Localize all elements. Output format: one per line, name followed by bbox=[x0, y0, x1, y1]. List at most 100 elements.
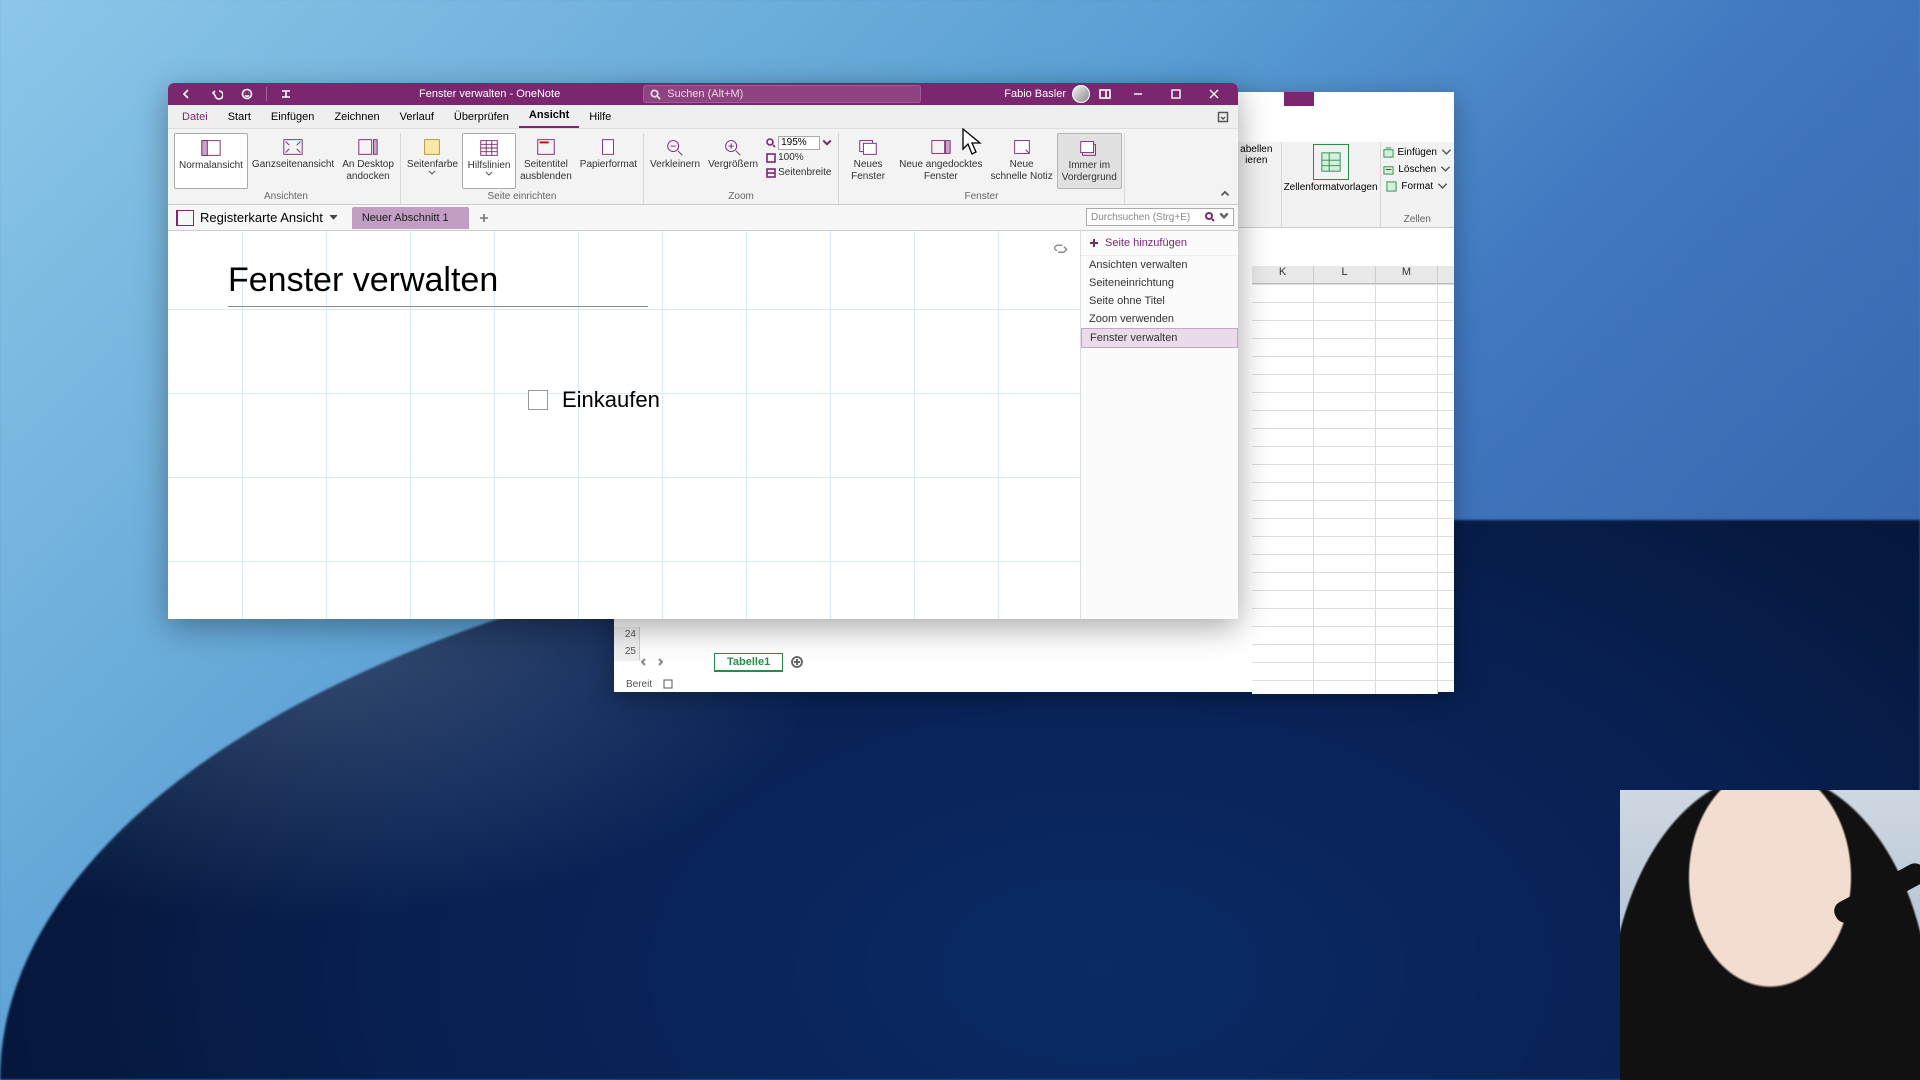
search-box[interactable]: Suchen (Alt+M) bbox=[643, 85, 921, 103]
search-scope-dropdown-icon[interactable] bbox=[1219, 211, 1229, 224]
hide-title-button[interactable]: Seitentitel ausblenden bbox=[516, 133, 576, 189]
group-label-zoom: Zoom bbox=[646, 189, 836, 204]
rule-lines-button[interactable]: Hilfslinien bbox=[462, 133, 516, 189]
quick-note-button[interactable]: Neue schnelle Notiz bbox=[987, 133, 1057, 189]
page-search-box[interactable]: Durchsuchen (Strg+E) bbox=[1086, 208, 1234, 226]
excel-col-L[interactable]: L bbox=[1314, 266, 1376, 283]
zoom-out-icon bbox=[661, 135, 689, 159]
page-search-placeholder: Durchsuchen (Strg+E) bbox=[1091, 212, 1190, 223]
normal-view-button[interactable]: Normalansicht bbox=[174, 133, 248, 189]
menu-insert[interactable]: Einfügen bbox=[261, 107, 324, 128]
excel-ribbon: abellen ieren Zellenformatvorlagen Einfü… bbox=[1232, 142, 1454, 228]
back-icon[interactable] bbox=[174, 84, 200, 104]
menubar: Datei Start Einfügen Zeichnen Verlauf Üb… bbox=[168, 105, 1238, 129]
paper-size-button[interactable]: Papierformat bbox=[576, 133, 641, 189]
sheet-tab[interactable]: Tabelle1 bbox=[714, 653, 783, 672]
page-list: Seite hinzufügen Ansichten verwalten Sei… bbox=[1080, 231, 1238, 619]
zoom-pagewidth-button[interactable]: Seitenbreite bbox=[766, 165, 832, 180]
add-page-button[interactable]: Seite hinzufügen bbox=[1081, 231, 1238, 256]
zoom-100-button[interactable]: 100% bbox=[766, 150, 832, 165]
excel-cells-group-label: Zellen bbox=[1404, 214, 1431, 225]
rule-lines-icon bbox=[475, 136, 503, 160]
page-list-item[interactable]: Seite ohne Titel bbox=[1081, 292, 1238, 310]
chevron-down-icon[interactable] bbox=[822, 138, 832, 148]
page-color-icon bbox=[418, 135, 446, 159]
excel-col-M[interactable]: M bbox=[1376, 266, 1438, 283]
menu-file[interactable]: Datei bbox=[172, 107, 218, 128]
page-canvas[interactable]: Fenster verwalten Einkaufen bbox=[168, 231, 1080, 619]
excel-styles-button[interactable] bbox=[1313, 144, 1349, 180]
page-title[interactable]: Fenster verwalten bbox=[228, 261, 648, 307]
window-title: Fenster verwalten - OneNote bbox=[419, 88, 560, 100]
search-icon bbox=[1205, 212, 1215, 222]
excel-cells[interactable] bbox=[1252, 284, 1454, 694]
search-icon bbox=[650, 89, 661, 100]
new-window-icon bbox=[854, 135, 882, 159]
fullpage-view-button[interactable]: Ganzseitenansicht bbox=[248, 133, 338, 189]
emoji-icon[interactable] bbox=[234, 84, 260, 104]
docked-window-icon bbox=[927, 135, 955, 159]
user-name: Fabio Basler bbox=[1004, 88, 1066, 100]
collapse-ribbon-icon[interactable] bbox=[1218, 186, 1232, 200]
new-window-button[interactable]: Neues Fenster bbox=[841, 133, 895, 189]
ribbon-display-options-icon[interactable] bbox=[1214, 108, 1232, 126]
onenote-window: Fenster verwalten - OneNote Suchen (Alt+… bbox=[168, 83, 1238, 619]
todo-text[interactable]: Einkaufen bbox=[562, 387, 660, 413]
excel-col-K[interactable]: K bbox=[1252, 266, 1314, 283]
page-list-item[interactable]: Zoom verwenden bbox=[1081, 310, 1238, 328]
always-on-top-icon bbox=[1075, 136, 1103, 160]
zoom-out-button[interactable]: Verkleinern bbox=[646, 133, 704, 189]
excel-insert-button[interactable]: Einfügen bbox=[1383, 144, 1452, 161]
page-list-item[interactable]: Seiteneinrichtung bbox=[1081, 274, 1238, 292]
excel-delete-button[interactable]: Löschen bbox=[1383, 161, 1451, 178]
hide-title-icon bbox=[532, 135, 560, 159]
group-label-pagesetup: Seite einrichten bbox=[403, 189, 641, 204]
minimize-button[interactable] bbox=[1120, 84, 1156, 104]
todo-item[interactable]: Einkaufen bbox=[528, 387, 660, 413]
sheet-add-button[interactable] bbox=[787, 652, 807, 672]
search-placeholder: Suchen (Alt+M) bbox=[667, 88, 743, 100]
menu-help[interactable]: Hilfe bbox=[579, 107, 621, 128]
excel-tables-label-frag: abellen bbox=[1240, 144, 1272, 155]
undo-icon[interactable] bbox=[204, 84, 230, 104]
excel-styles-label: Zellenformatvorlagen bbox=[1284, 182, 1378, 193]
page-list-item-selected[interactable]: Fenster verwalten bbox=[1081, 328, 1238, 348]
maximize-button[interactable] bbox=[1158, 84, 1194, 104]
sheet-next-icon[interactable] bbox=[654, 656, 666, 668]
page-color-button[interactable]: Seitenfarbe bbox=[403, 133, 462, 189]
excel-accessibility-icon bbox=[662, 678, 674, 690]
notebook-icon bbox=[176, 210, 194, 226]
always-on-top-button[interactable]: Immer im Vordergrund bbox=[1057, 133, 1122, 189]
new-docked-button[interactable]: Neue angedocktes Fenster bbox=[895, 133, 986, 189]
zoom-percent[interactable] bbox=[766, 135, 832, 150]
magnifier-icon bbox=[766, 138, 776, 148]
menu-review[interactable]: Überprüfen bbox=[444, 107, 519, 128]
zoom-input[interactable] bbox=[778, 136, 820, 150]
qat-customize-icon[interactable] bbox=[273, 84, 299, 104]
excel-column-headers: K L M bbox=[1252, 266, 1454, 284]
zoom-in-button[interactable]: Vergrößern bbox=[704, 133, 762, 189]
add-section-button[interactable] bbox=[473, 207, 495, 229]
menu-draw[interactable]: Zeichnen bbox=[324, 107, 389, 128]
notebook-dropdown-icon[interactable] bbox=[329, 211, 338, 225]
group-label-views: Ansichten bbox=[174, 189, 398, 204]
avatar bbox=[1072, 85, 1090, 103]
sheet-prev-icon[interactable] bbox=[638, 656, 650, 668]
excel-accent bbox=[1284, 92, 1314, 106]
account-button[interactable]: Fabio Basler bbox=[1004, 85, 1090, 103]
dock-desktop-button[interactable]: An Desktop andocken bbox=[338, 133, 398, 189]
excel-sheet-bar: Tabelle1 bbox=[638, 652, 807, 672]
notebook-bar: Registerkarte Ansicht Neuer Abschnitt 1 … bbox=[168, 205, 1238, 231]
excel-format-button[interactable]: Format bbox=[1386, 178, 1448, 195]
checkbox[interactable] bbox=[528, 390, 548, 410]
expand-page-icon[interactable] bbox=[1054, 241, 1068, 255]
menu-start[interactable]: Start bbox=[218, 107, 261, 128]
close-button[interactable] bbox=[1196, 84, 1232, 104]
menu-view[interactable]: Ansicht bbox=[519, 105, 579, 128]
page-list-item[interactable]: Ansichten verwalten bbox=[1081, 256, 1238, 274]
section-tab[interactable]: Neuer Abschnitt 1 bbox=[352, 207, 469, 229]
menu-history[interactable]: Verlauf bbox=[390, 107, 444, 128]
window-layout-icon[interactable] bbox=[1092, 84, 1118, 104]
group-label-window: Fenster bbox=[841, 189, 1122, 204]
notebook-name[interactable]: Registerkarte Ansicht bbox=[200, 210, 323, 225]
